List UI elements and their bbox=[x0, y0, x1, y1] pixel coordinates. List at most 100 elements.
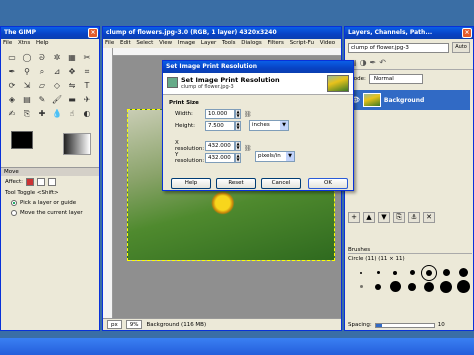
measure-icon[interactable]: ⊿ bbox=[50, 65, 64, 78]
brush-item[interactable] bbox=[442, 269, 450, 276]
shear-icon[interactable]: ▱ bbox=[35, 79, 49, 92]
eraser-icon[interactable]: ▬ bbox=[65, 93, 79, 106]
menu-tools[interactable]: Tools bbox=[222, 40, 236, 46]
chain-link-icon[interactable]: ⛓ bbox=[244, 145, 252, 152]
move-icon[interactable]: ✥ bbox=[65, 65, 79, 78]
layers-titlebar[interactable]: Layers, Channels, Path... × bbox=[345, 27, 473, 39]
brush-item[interactable] bbox=[360, 271, 362, 274]
menu-help[interactable]: Help bbox=[36, 40, 49, 46]
vertical-ruler[interactable] bbox=[103, 48, 113, 318]
airbrush-icon[interactable]: ✈ bbox=[80, 93, 94, 106]
menu-file[interactable]: File bbox=[105, 40, 114, 46]
radio-icon[interactable] bbox=[11, 210, 17, 216]
brush-preview[interactable] bbox=[63, 133, 91, 155]
menu-xtns[interactable]: Xtns bbox=[18, 40, 30, 46]
text-icon[interactable]: T bbox=[80, 79, 94, 92]
scissors-icon[interactable]: ✂ bbox=[80, 51, 94, 64]
flip-icon[interactable]: ⇋ bbox=[65, 79, 79, 92]
perspective-icon[interactable]: ◇ bbox=[50, 79, 64, 92]
heal-icon[interactable]: ✚ bbox=[35, 107, 49, 120]
xres-spinner[interactable]: ▲ ▼ bbox=[235, 141, 241, 151]
ok-button[interactable]: OK bbox=[308, 178, 348, 189]
rotate-icon[interactable]: ⟳ bbox=[5, 79, 19, 92]
close-icon[interactable]: × bbox=[462, 28, 472, 38]
width-spinner[interactable]: ▲ ▼ bbox=[235, 109, 241, 119]
brush-item[interactable] bbox=[376, 271, 380, 274]
cancel-button[interactable]: Cancel bbox=[261, 178, 301, 189]
menu-edit[interactable]: Edit bbox=[120, 40, 131, 46]
tab-channels-icon[interactable]: ◑ bbox=[360, 58, 367, 67]
tab-paths-icon[interactable]: ✒ bbox=[370, 58, 377, 67]
brush-item[interactable] bbox=[409, 270, 415, 275]
brush-item[interactable] bbox=[440, 280, 452, 293]
help-button[interactable]: Help bbox=[171, 178, 211, 189]
menu-video[interactable]: Video bbox=[320, 40, 335, 46]
foreground-color[interactable] bbox=[11, 131, 33, 149]
rect-select-icon[interactable]: ▭ bbox=[5, 51, 19, 64]
reset-button[interactable]: Reset bbox=[216, 178, 256, 189]
lower-layer-icon[interactable]: ▼ bbox=[378, 212, 390, 223]
brush-item[interactable] bbox=[458, 268, 468, 277]
layer-row-background[interactable]: 👁 Background bbox=[348, 90, 470, 110]
raise-layer-icon[interactable]: ▲ bbox=[363, 212, 375, 223]
res-unit-select[interactable]: pixels/in ▼ bbox=[255, 151, 295, 162]
smudge-icon[interactable]: ☝ bbox=[65, 107, 79, 120]
lasso-icon[interactable]: ᘐ bbox=[35, 51, 49, 64]
brush-item[interactable] bbox=[456, 280, 470, 293]
fuzzy-select-icon[interactable]: ✲ bbox=[50, 51, 64, 64]
brush-item[interactable] bbox=[421, 264, 437, 281]
duplicate-layer-icon[interactable]: ⎘ bbox=[393, 212, 405, 223]
size-unit-select[interactable]: inches ▼ bbox=[249, 120, 289, 131]
dialog-titlebar[interactable]: Set Image Print Resolution bbox=[163, 61, 353, 73]
anchor-layer-icon[interactable]: ⚓ bbox=[408, 212, 420, 223]
menu-view[interactable]: View bbox=[159, 40, 172, 46]
mode-select[interactable]: Normal bbox=[368, 74, 423, 84]
close-icon[interactable]: × bbox=[88, 28, 98, 38]
horizontal-ruler[interactable] bbox=[113, 48, 341, 56]
ellipse-select-icon[interactable]: ◯ bbox=[20, 51, 34, 64]
blend-icon[interactable]: ▤ bbox=[20, 93, 34, 106]
menu-file[interactable]: File bbox=[3, 40, 12, 46]
paths-icon[interactable]: ✒ bbox=[5, 65, 19, 78]
delete-layer-icon[interactable]: ✕ bbox=[423, 212, 435, 223]
brush-item[interactable] bbox=[424, 281, 434, 292]
blur-icon[interactable]: 💧 bbox=[50, 107, 64, 120]
dodge-burn-icon[interactable]: ◐ bbox=[80, 107, 94, 120]
radio-icon[interactable] bbox=[11, 200, 17, 206]
affect-selection-icon[interactable] bbox=[36, 178, 45, 186]
option-pick-layer[interactable]: Pick a layer or guide bbox=[1, 198, 99, 208]
brush-item[interactable] bbox=[408, 282, 416, 291]
auto-button[interactable]: Auto bbox=[452, 42, 470, 53]
clone-icon[interactable]: ⎘ bbox=[20, 107, 34, 120]
affect-layer-icon[interactable] bbox=[25, 178, 34, 186]
image-titlebar[interactable]: clump of flowers.jpg-3.0 (RGB, 1 layer) … bbox=[103, 27, 341, 39]
crop-icon[interactable]: ⌗ bbox=[80, 65, 94, 78]
menu-filters[interactable]: Filters bbox=[267, 40, 284, 46]
yres-input[interactable]: 432.000 bbox=[205, 153, 235, 163]
height-input[interactable]: 7.500 bbox=[205, 121, 235, 131]
new-layer-icon[interactable]: + bbox=[348, 212, 360, 223]
toolbox-titlebar[interactable]: The GIMP × bbox=[1, 27, 99, 39]
bucket-fill-icon[interactable]: ◈ bbox=[5, 93, 19, 106]
ink-icon[interactable]: ✍ bbox=[5, 107, 19, 120]
brush-item[interactable] bbox=[375, 283, 381, 290]
affect-path-icon[interactable] bbox=[47, 178, 56, 186]
pencil-icon[interactable]: ✎ bbox=[35, 93, 49, 106]
menu-dialogs[interactable]: Dialogs bbox=[241, 40, 261, 46]
width-input[interactable]: 10.000 bbox=[205, 109, 235, 119]
paintbrush-icon[interactable]: 🖌 bbox=[50, 93, 64, 106]
brush-item[interactable] bbox=[393, 270, 397, 275]
unit-select[interactable]: px bbox=[107, 320, 122, 329]
tab-undo-icon[interactable]: ↶ bbox=[379, 58, 386, 67]
menu-image[interactable]: Image bbox=[178, 40, 195, 46]
color-select-icon[interactable]: ▦ bbox=[65, 51, 79, 64]
zoom-icon[interactable]: ⌕ bbox=[35, 65, 49, 78]
document-select[interactable]: clump of flower.jpg-3 bbox=[348, 42, 449, 53]
menu-layer[interactable]: Layer bbox=[201, 40, 216, 46]
xres-input[interactable]: 432.000 bbox=[205, 141, 235, 151]
yres-spinner[interactable]: ▲ ▼ bbox=[235, 153, 241, 163]
option-move-layer[interactable]: Move the current layer bbox=[1, 208, 99, 218]
scale-icon[interactable]: ⇲ bbox=[20, 79, 34, 92]
height-spinner[interactable]: ▲ ▼ bbox=[235, 121, 241, 131]
brush-item[interactable] bbox=[389, 281, 401, 292]
